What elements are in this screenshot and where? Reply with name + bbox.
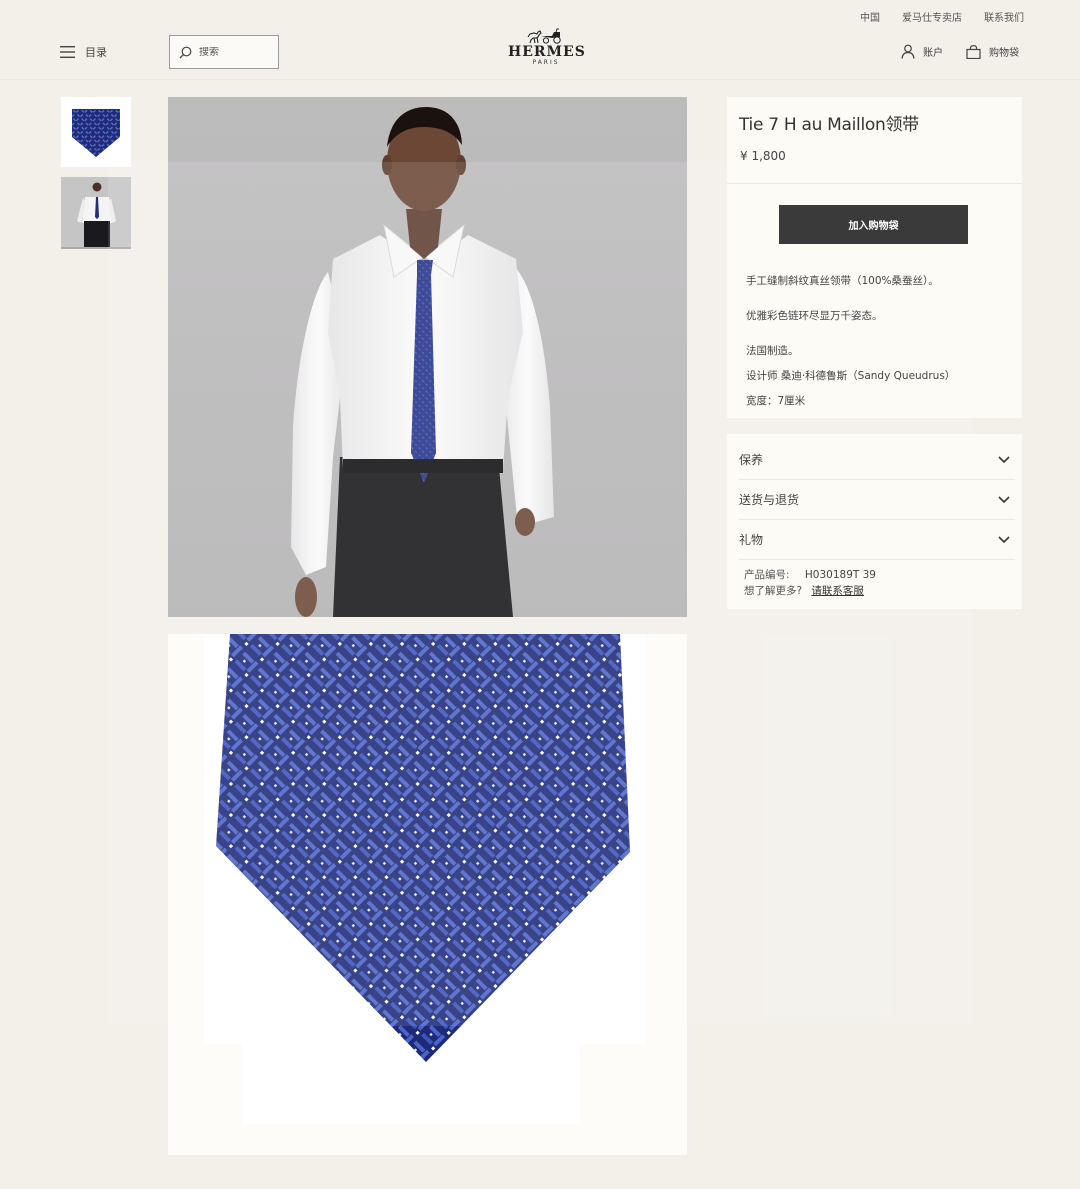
menu-button[interactable]: 目录 [60,44,107,60]
contact-service-link[interactable]: 请联系客服 [811,585,864,597]
bag-label: 购物袋 [989,48,1019,59]
product-details-accordion: 保养 送货与退货 礼物 产品编号: H030189T 39 想了解更多? 请联系… [727,434,1022,609]
product-code-label: 产品编号: [744,569,790,581]
help-line: 想了解更多? 请联系客服 [744,583,864,598]
description-line: 优雅彩色链环尽显万千姿态。 [746,310,883,322]
product-title: Tie 7 H au Maillon领带 [739,115,919,135]
shopping-bag-button[interactable]: 购物袋 [966,44,1019,59]
chevron-down-icon [998,495,1010,503]
product-code-value: H030189T 39 [804,569,876,581]
help-question: 想了解更多? [744,585,803,597]
thumbnail-model[interactable] [61,177,131,249]
accordion-gift[interactable]: 礼物 [739,520,1015,560]
region-link[interactable]: 中国 [860,9,880,24]
product-price: ¥ 1,800 [740,149,786,163]
chevron-down-icon [998,535,1010,543]
search-box[interactable] [169,35,279,69]
menu-label: 目录 [85,46,107,59]
stores-link[interactable]: 爱马仕专卖店 [902,9,962,24]
account-label: 账户 [923,48,943,59]
description-line: 法国制造。 [746,345,799,357]
product-info-panel: Tie 7 H au Maillon领带 ¥ 1,800 加入购物袋 手工缝制斜… [727,97,1022,418]
model-photo [291,107,554,617]
search-icon [179,46,192,58]
brand-logo[interactable]: HERMES PARIS [508,28,586,74]
add-to-bag-button[interactable]: 加入购物袋 [779,205,968,244]
accordion-shipping-returns[interactable]: 送货与退货 [739,480,1015,520]
description-line: 设计师 桑迪·科德鲁斯（Sandy Queudrus） [746,370,956,382]
tie-closeup-photo [168,634,687,1155]
product-image-tie-closeup[interactable] [168,634,687,1155]
accordion-label: 保养 [739,453,764,467]
shopping-bag-icon [966,44,981,59]
carriage-logo-icon [527,28,561,44]
brand-city: PARIS [532,59,560,66]
description-line: 手工缝制斜纹真丝领带（100%桑蚕丝）。 [746,275,939,287]
description-line: 宽度：7厘米 [746,395,806,407]
utility-bar: 中国 爱马仕专卖店 联系我们 [860,9,1024,24]
search-input[interactable] [199,46,269,58]
product-image-model[interactable] [168,97,687,617]
accordion-label: 礼物 [739,533,764,547]
tie-thumbnail-image [72,109,120,157]
chevron-down-icon [998,455,1010,463]
model-thumbnail-image [61,177,131,247]
contact-link[interactable]: 联系我们 [984,9,1024,24]
hamburger-icon [60,46,75,58]
user-icon [901,44,915,59]
site-header: 目录 HERMES PARIS 账户 购 [0,28,1080,80]
account-button[interactable]: 账户 [901,44,943,59]
divider [727,183,1022,184]
thumbnail-tie[interactable] [61,97,131,167]
brand-name: HERMES [508,44,586,60]
accordion-care[interactable]: 保养 [739,440,1015,480]
accordion-label: 送货与退货 [739,493,800,507]
product-code: 产品编号: H030189T 39 [744,567,876,582]
